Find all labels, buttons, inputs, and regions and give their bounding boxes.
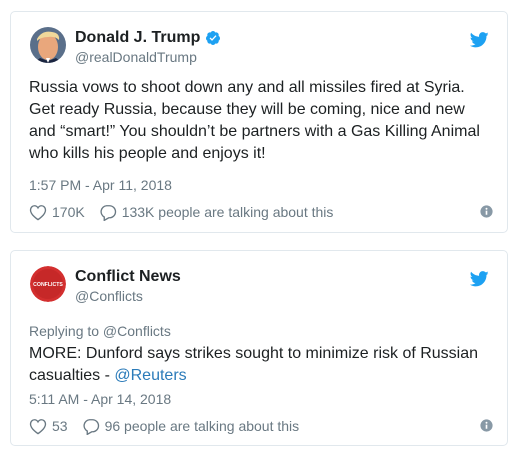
- comment-icon[interactable]: [99, 204, 117, 221]
- like-count: 53: [52, 418, 68, 434]
- tweet-text-body: MORE: Dunford says strikes sought to min…: [29, 345, 479, 384]
- tweet-actions: 170K 133K people are talking about this: [29, 202, 493, 222]
- tweet-card[interactable]: Donald J. Trump @realDonaldTrump Russia …: [10, 11, 508, 233]
- author-name[interactable]: Donald J. Trump: [75, 28, 221, 48]
- author-name-text[interactable]: Conflict News: [75, 267, 181, 287]
- twitter-bird-icon[interactable]: [469, 32, 489, 48]
- tweet-card[interactable]: CONFLICTS Conflict News @Conflicts Reply…: [10, 250, 508, 446]
- talking-count: 96 people are talking about this: [104, 418, 300, 434]
- like-count: 170K: [52, 204, 85, 220]
- avatar[interactable]: [30, 27, 66, 63]
- comment-icon[interactable]: [82, 418, 100, 435]
- like-action[interactable]: 53: [29, 418, 68, 435]
- author-handle[interactable]: @Conflicts: [75, 287, 181, 305]
- avatar-logo-text: CONFLICTS: [33, 282, 63, 288]
- avatar[interactable]: CONFLICTS: [30, 266, 66, 302]
- author-handle[interactable]: @realDonaldTrump: [75, 48, 221, 66]
- author-name[interactable]: Conflict News: [75, 267, 181, 287]
- tweet-actions: 53 96 people are talking about this: [29, 416, 493, 436]
- tweet-timestamp[interactable]: 5:11 AM - Apr 14, 2018: [29, 390, 171, 408]
- info-icon[interactable]: [480, 202, 493, 221]
- tweet-text: MORE: Dunford says strikes sought to min…: [29, 343, 493, 387]
- twitter-bird-icon[interactable]: [469, 271, 489, 287]
- heart-icon[interactable]: [29, 418, 47, 435]
- verified-badge-icon: [205, 30, 221, 46]
- info-icon[interactable]: [480, 416, 493, 435]
- tweet-text: Russia vows to shoot down any and all mi…: [29, 79, 480, 162]
- reply-to-label[interactable]: Replying to @Conflicts: [29, 322, 171, 340]
- heart-icon[interactable]: [29, 204, 47, 221]
- author-name-text[interactable]: Donald J. Trump: [75, 28, 200, 48]
- talking-action[interactable]: 96 people are talking about this: [82, 418, 300, 435]
- tweet-timestamp[interactable]: 1:57 PM - Apr 11, 2018: [29, 176, 172, 194]
- talking-count: 133K people are talking about this: [121, 204, 334, 220]
- like-action[interactable]: 170K: [29, 204, 85, 221]
- mention-link[interactable]: @Reuters: [114, 367, 186, 384]
- talking-action[interactable]: 133K people are talking about this: [99, 204, 334, 221]
